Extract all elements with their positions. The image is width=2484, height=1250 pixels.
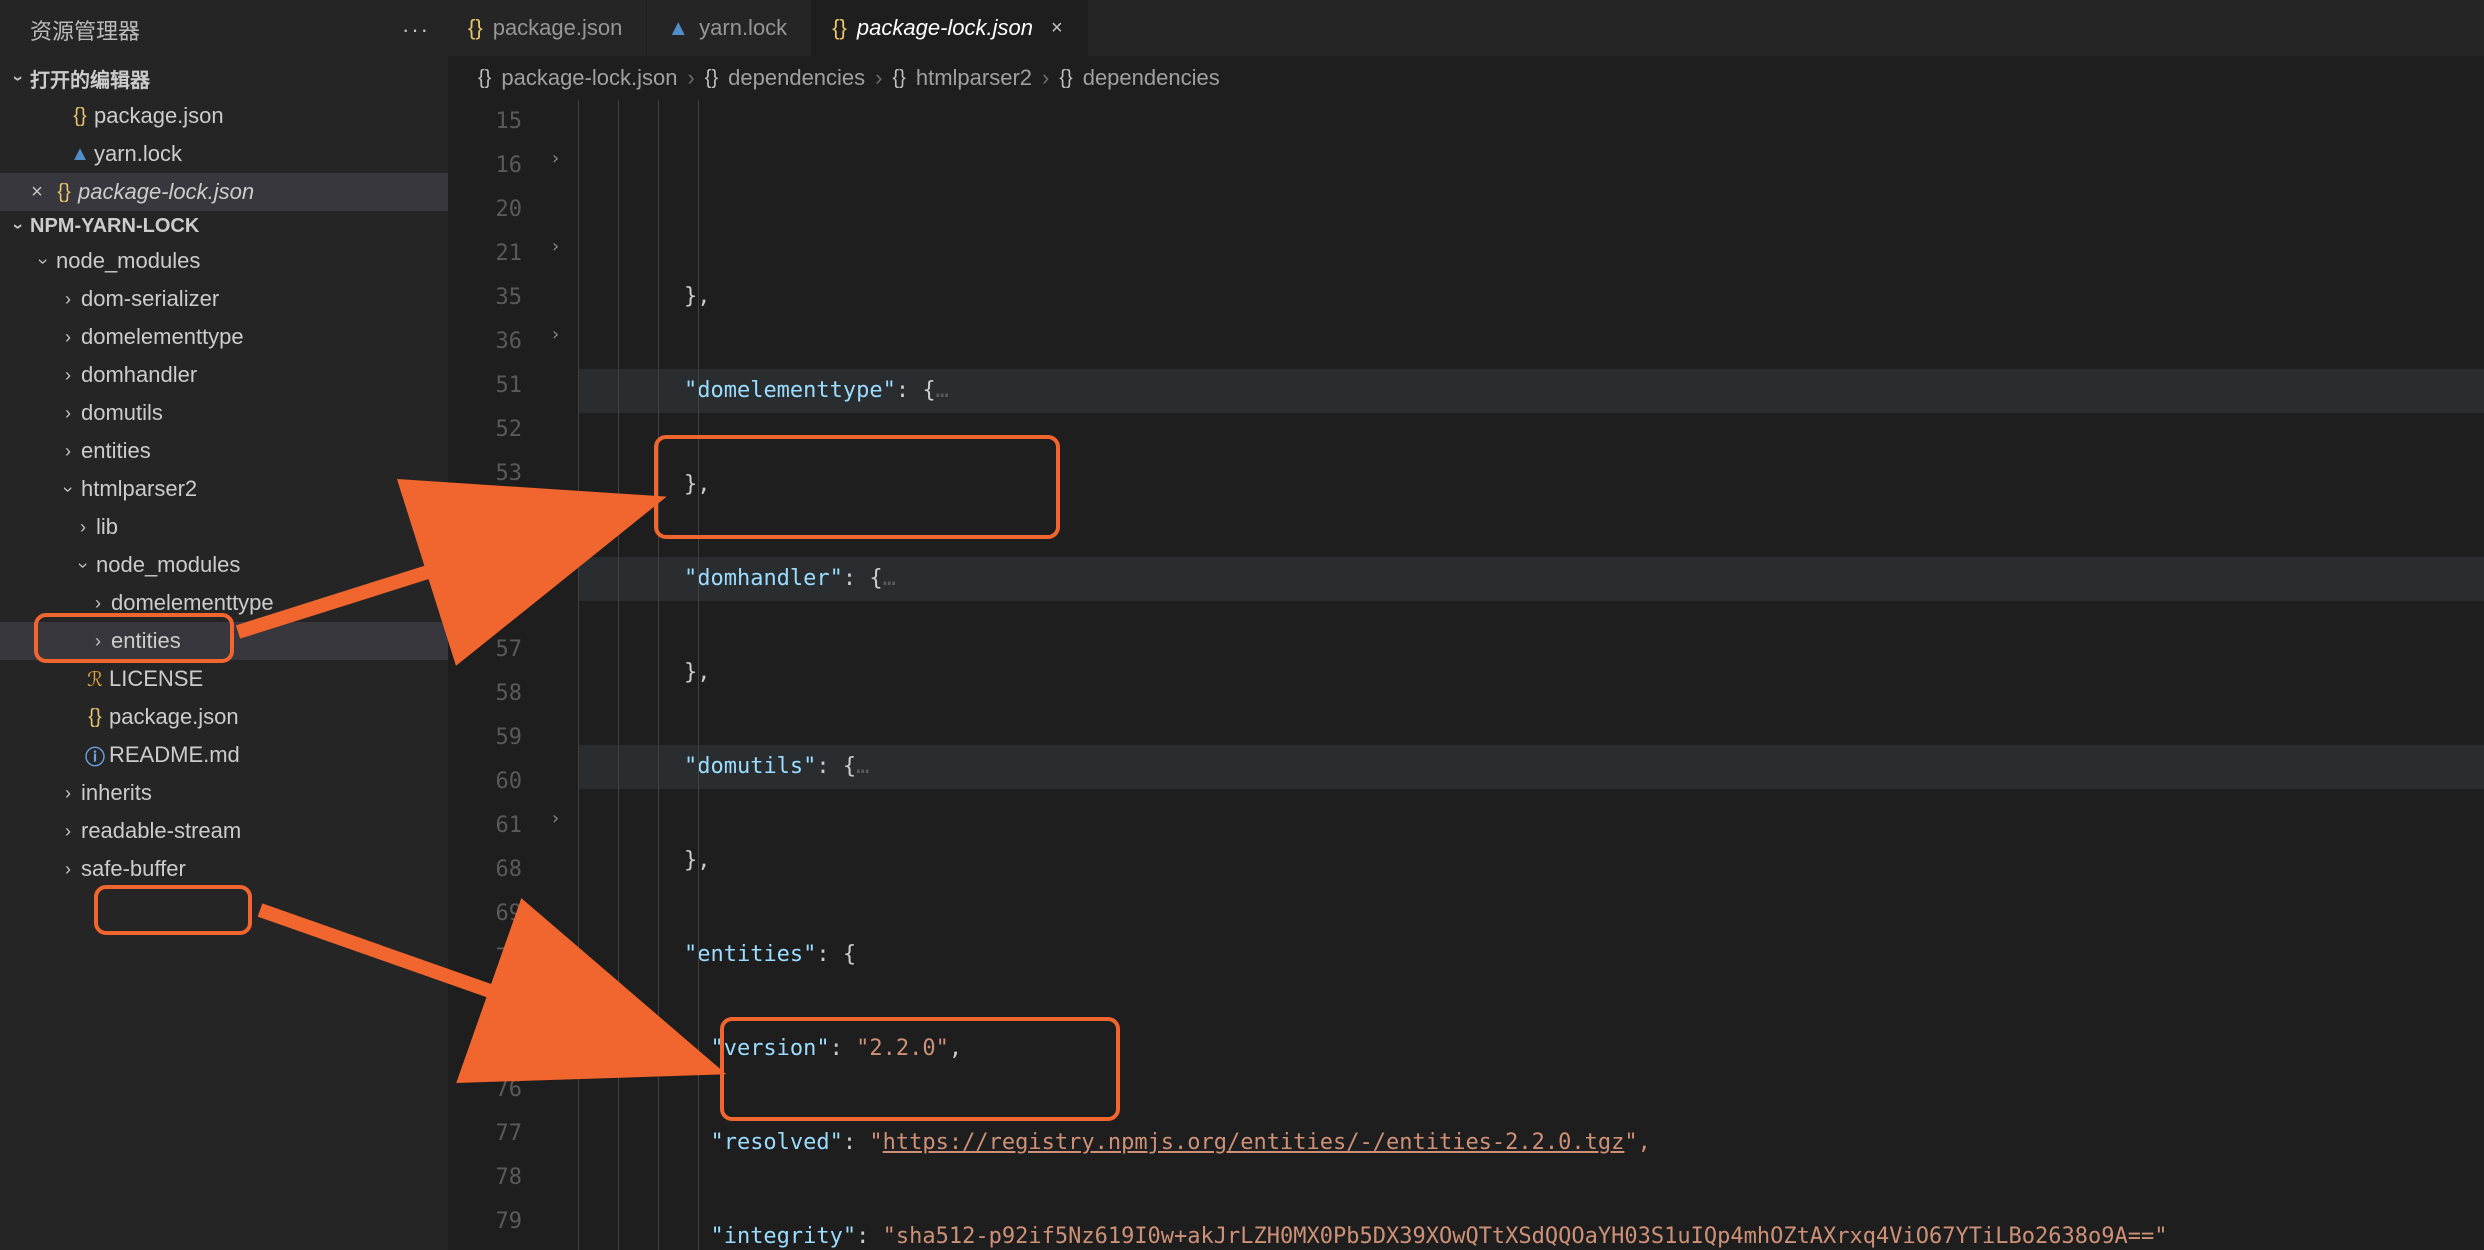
- explorer-header: 资源管理器 ···: [0, 0, 448, 60]
- chevron-right-icon: [85, 631, 111, 652]
- chevron-right-icon: [70, 517, 96, 538]
- json-icon: {}: [1059, 67, 1072, 90]
- open-editor-label: package-lock.json: [78, 179, 254, 205]
- chevron-right-icon: [55, 327, 81, 348]
- chevron-right-icon: [55, 783, 81, 804]
- folder-node-modules-inner[interactable]: node_modules: [0, 546, 448, 584]
- json-icon: {}: [478, 67, 491, 90]
- fold-icon[interactable]: [550, 148, 561, 169]
- tab-yarn-lock[interactable]: ▲ yarn.lock: [647, 0, 812, 56]
- breadcrumb-item[interactable]: dependencies: [1083, 65, 1220, 91]
- json-icon: {}: [705, 67, 718, 90]
- folder-dom-serializer[interactable]: dom-serializer: [0, 280, 448, 318]
- json-icon: {}: [832, 15, 847, 41]
- yarn-icon: ▲: [667, 15, 689, 41]
- sidebar: 资源管理器 ··· 打开的编辑器 {} package.json ▲ yarn.…: [0, 0, 448, 1250]
- more-icon[interactable]: ···: [402, 17, 430, 43]
- open-editor-item[interactable]: {} package.json: [0, 97, 448, 135]
- yarn-icon: ▲: [66, 143, 94, 166]
- breadcrumb-item[interactable]: htmlparser2: [916, 65, 1032, 91]
- folder-node-modules[interactable]: node_modules: [0, 242, 448, 280]
- chevron-right-icon: [85, 593, 111, 614]
- chevron-right-icon: [55, 289, 81, 310]
- open-editor-label: package.json: [94, 103, 224, 129]
- folder-readable-stream[interactable]: readable-stream: [0, 812, 448, 850]
- chevron-right-icon: ›: [875, 65, 882, 91]
- tab-package-json[interactable]: {} package.json: [448, 0, 647, 56]
- chevron-right-icon: ›: [1042, 65, 1049, 91]
- breadcrumb-item[interactable]: dependencies: [728, 65, 865, 91]
- folder-lib[interactable]: lib: [0, 508, 448, 546]
- close-icon[interactable]: ×: [1051, 17, 1063, 40]
- chevron-down-icon: [70, 555, 96, 576]
- folder-entities[interactable]: entities: [0, 432, 448, 470]
- fold-icon[interactable]: [550, 940, 561, 961]
- chevron-down-icon: [6, 216, 30, 237]
- open-editor-label: yarn.lock: [94, 141, 182, 167]
- open-editor-item[interactable]: × {} package-lock.json: [0, 173, 448, 211]
- file-package-json[interactable]: {} package.json: [0, 698, 448, 736]
- fold-gutter: [546, 100, 578, 1250]
- chevron-right-icon: ›: [687, 65, 694, 91]
- fold-icon[interactable]: [550, 236, 561, 257]
- folder-entities-inner[interactable]: entities: [0, 622, 448, 660]
- file-readme[interactable]: ⓘ README.md: [0, 736, 448, 774]
- folder-domelementtype[interactable]: domelementtype: [0, 318, 448, 356]
- json-icon: {}: [81, 706, 109, 729]
- info-icon: ⓘ: [81, 741, 109, 770]
- license-icon: ℛ: [81, 667, 109, 692]
- folder-safe-buffer[interactable]: safe-buffer: [0, 850, 448, 888]
- json-icon: {}: [66, 105, 94, 128]
- chevron-down-icon: [6, 68, 30, 89]
- fold-icon[interactable]: [550, 808, 561, 829]
- json-icon: {}: [893, 67, 906, 90]
- chevron-right-icon: [55, 821, 81, 842]
- open-editor-item[interactable]: ▲ yarn.lock: [0, 135, 448, 173]
- folder-inherits[interactable]: inherits: [0, 774, 448, 812]
- file-license[interactable]: ℛ LICENSE: [0, 660, 448, 698]
- project-section[interactable]: NPM-YARN-LOCK: [0, 211, 448, 242]
- editor-area: {} package.json ▲ yarn.lock {} package-l…: [448, 0, 2484, 1250]
- tab-package-lock-json[interactable]: {} package-lock.json ×: [812, 0, 1088, 56]
- open-editors-label: 打开的编辑器: [30, 64, 150, 93]
- breadcrumb-item[interactable]: package-lock.json: [501, 65, 677, 91]
- chevron-right-icon: [55, 859, 81, 880]
- chevron-down-icon: [30, 251, 56, 272]
- json-icon: {}: [50, 181, 78, 204]
- close-icon[interactable]: ×: [24, 181, 50, 204]
- folder-domelementtype-inner[interactable]: domelementtype: [0, 584, 448, 622]
- open-editors-section[interactable]: 打开的编辑器: [0, 60, 448, 97]
- folder-htmlparser2[interactable]: htmlparser2: [0, 470, 448, 508]
- code-content[interactable]: }, "domelementtype": {… }, "domhandler":…: [578, 100, 2484, 1250]
- fold-icon[interactable]: [550, 324, 561, 345]
- chevron-right-icon: [55, 365, 81, 386]
- line-number-gutter: 15162021 35365152 53545556 57585960 6168…: [448, 100, 546, 1250]
- chevron-right-icon: [55, 441, 81, 462]
- json-icon: {}: [468, 15, 483, 41]
- chevron-down-icon: [55, 479, 81, 500]
- project-label: NPM-YARN-LOCK: [30, 215, 199, 238]
- folder-domutils[interactable]: domutils: [0, 394, 448, 432]
- chevron-right-icon: [55, 403, 81, 424]
- explorer-title: 资源管理器: [30, 14, 140, 46]
- breadcrumbs[interactable]: {} package-lock.json › {} dependencies ›…: [448, 56, 2484, 100]
- folder-domhandler[interactable]: domhandler: [0, 356, 448, 394]
- code-editor[interactable]: 15162021 35365152 53545556 57585960 6168…: [448, 100, 2484, 1250]
- tab-bar: {} package.json ▲ yarn.lock {} package-l…: [448, 0, 2484, 56]
